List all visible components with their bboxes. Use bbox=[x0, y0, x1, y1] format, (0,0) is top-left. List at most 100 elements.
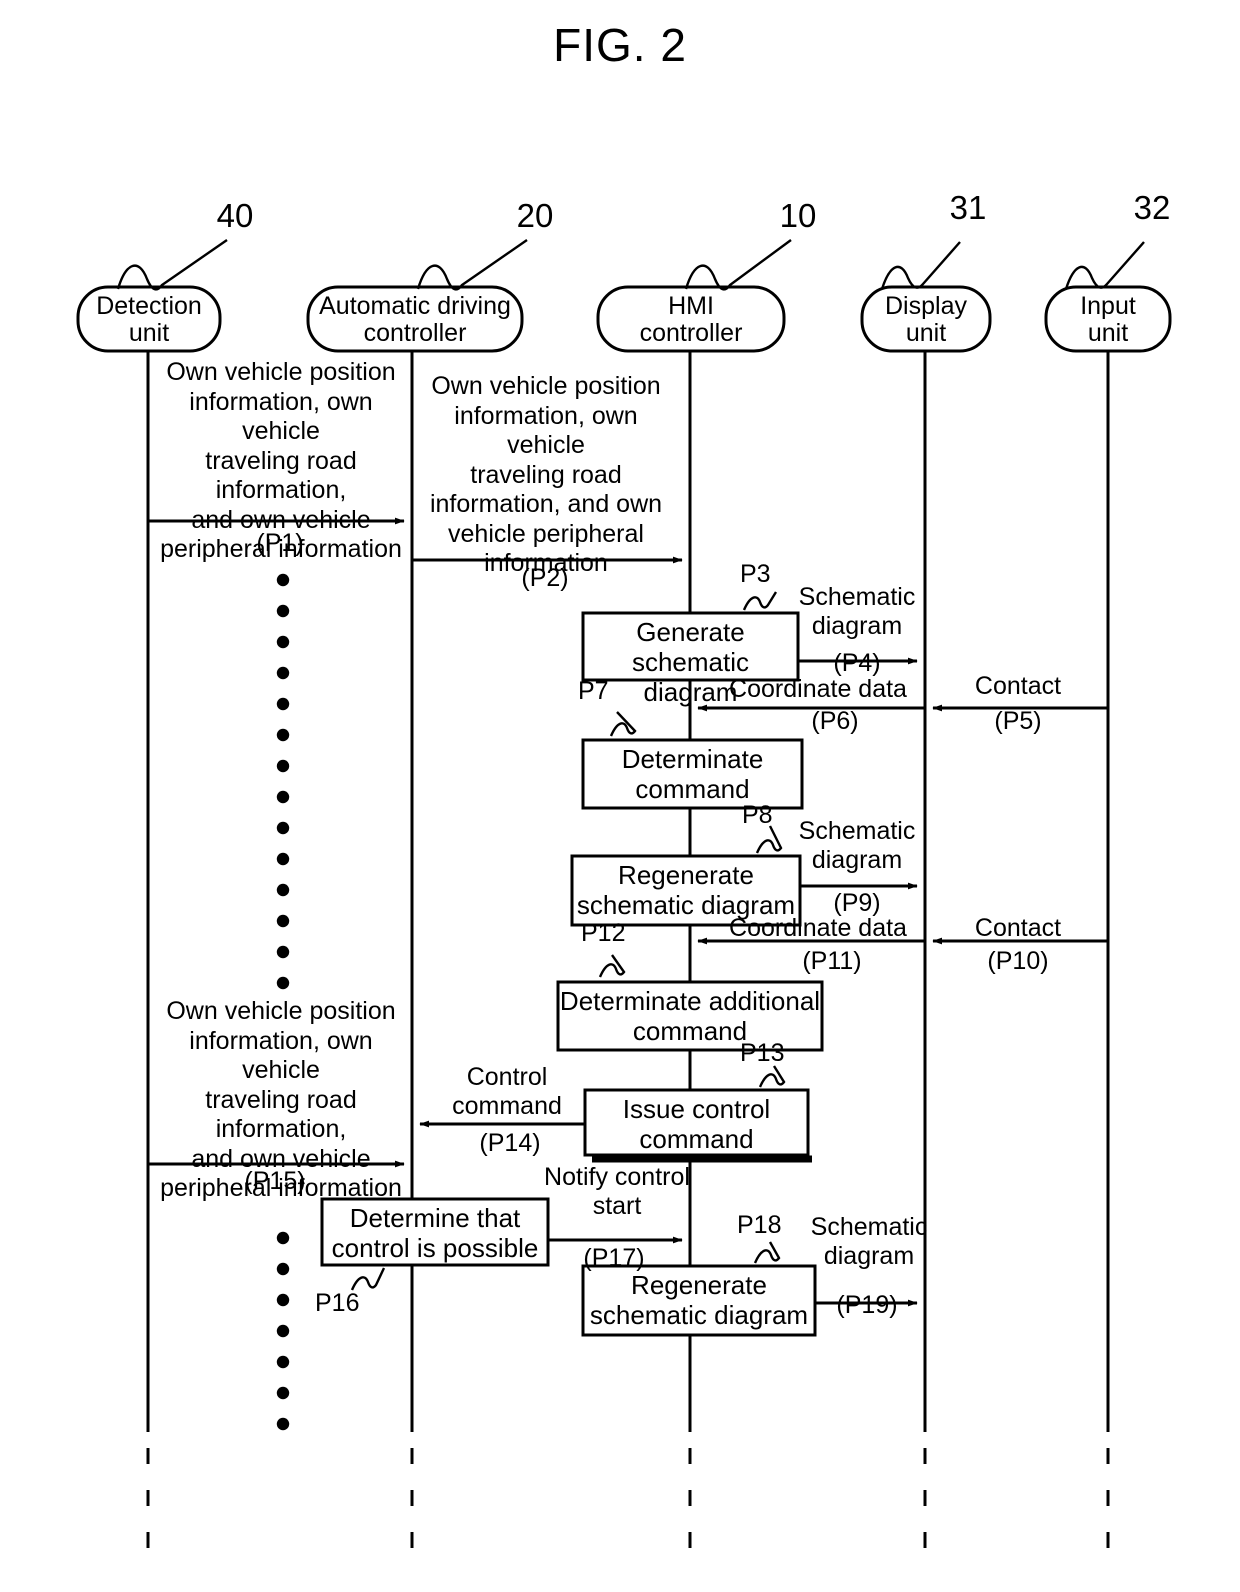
actor-label-line-2: unit bbox=[128, 319, 170, 347]
leader-10 bbox=[684, 239, 792, 291]
process-label-p8: Regenerate schematic diagram bbox=[572, 860, 800, 920]
ellipsis-dots-lower bbox=[276, 1231, 290, 1431]
message-line-3: traveling road bbox=[470, 460, 622, 489]
message-label-p5: Contact bbox=[974, 672, 1062, 700]
message-number-p17: (P17) bbox=[583, 1244, 645, 1272]
message-number-p10: (P10) bbox=[987, 947, 1049, 975]
actor-label-display-unit: Display unit bbox=[862, 293, 990, 347]
message-label-p2: Own vehicle position information, own ve… bbox=[420, 372, 672, 579]
step-number-p3: P3 bbox=[740, 560, 771, 588]
message-line-2: diagram bbox=[811, 612, 903, 640]
leader-p13 bbox=[758, 1065, 786, 1088]
ref-number-31: 31 bbox=[949, 189, 987, 226]
message-label-p9: Schematic diagram bbox=[796, 817, 918, 875]
leader-32 bbox=[1064, 241, 1145, 290]
message-number-p4: (P4) bbox=[833, 649, 881, 677]
process-label-line-1: Regenerate bbox=[618, 860, 754, 890]
message-line-1: Schematic bbox=[798, 583, 916, 611]
actor-label-line-1: HMI bbox=[668, 292, 714, 320]
message-line-2: information, own vehicle bbox=[189, 1026, 373, 1085]
leader-p12 bbox=[598, 954, 626, 978]
actor-label-line-1: Detection bbox=[96, 292, 202, 320]
actor-label-line-2: controller bbox=[639, 319, 743, 347]
process-label-line-1: Issue control bbox=[622, 1094, 771, 1124]
process-label-line-2: schematic diagram bbox=[589, 1300, 809, 1331]
leader-p8 bbox=[755, 825, 783, 854]
actor-label-line-2: unit bbox=[1087, 319, 1129, 347]
ellipsis-dots-upper bbox=[276, 573, 290, 990]
process-label-p13: Issue control command bbox=[585, 1094, 808, 1154]
message-line-1: Schematic bbox=[798, 817, 916, 845]
message-number-p15: (P15) bbox=[244, 1167, 306, 1195]
message-number-p9: (P9) bbox=[833, 889, 881, 917]
message-number-p19: (P19) bbox=[836, 1291, 898, 1319]
actor-label-line-2: unit bbox=[905, 319, 947, 347]
actor-label-input-unit: Input unit bbox=[1046, 293, 1170, 347]
process-label-line-2: control is possible bbox=[331, 1233, 539, 1264]
process-label-line-2: command bbox=[639, 1124, 754, 1155]
figure-canvas: FIG. 2 40 20 10 31 32 Detection unit Aut… bbox=[0, 0, 1240, 1592]
step-number-p7: P7 bbox=[578, 677, 609, 705]
leader-p3 bbox=[742, 591, 778, 611]
message-line-4: information, and own bbox=[429, 490, 663, 518]
message-label-p14: Control command bbox=[432, 1063, 582, 1121]
message-line-2: command bbox=[452, 1092, 562, 1120]
message-line-5: vehicle peripheral bbox=[448, 519, 644, 548]
leader-p7 bbox=[609, 711, 637, 737]
message-line-1: Schematic bbox=[810, 1213, 928, 1241]
process-label-line-1: Determine that bbox=[349, 1203, 521, 1233]
actor-label-line-1: Display bbox=[885, 292, 967, 320]
message-number-p5: (P5) bbox=[994, 707, 1042, 735]
actor-label-line-1: Automatic driving bbox=[319, 292, 511, 320]
leader-p16 bbox=[350, 1267, 386, 1291]
leader-31 bbox=[880, 241, 961, 290]
message-line-1: Control bbox=[466, 1063, 548, 1091]
message-line-1: Notify control bbox=[544, 1163, 690, 1191]
actor-label-line-2: controller bbox=[363, 319, 467, 347]
ref-number-40: 40 bbox=[216, 197, 254, 234]
message-line-3: traveling road information, bbox=[205, 1085, 357, 1144]
message-line-2: diagram bbox=[823, 1242, 915, 1270]
ref-number-20: 20 bbox=[516, 197, 554, 234]
process-label-p7: Determinate command bbox=[583, 744, 802, 804]
message-line-2: diagram bbox=[811, 846, 903, 874]
process-label-line-1: Determinate additional bbox=[559, 986, 821, 1016]
step-number-p18: P18 bbox=[737, 1211, 782, 1239]
message-label-p6: Coordinate data bbox=[729, 675, 907, 703]
process-label-line-1: Regenerate bbox=[631, 1270, 767, 1300]
message-label-p17: Notify control start bbox=[542, 1163, 692, 1221]
message-line-2: information, own vehicle bbox=[189, 387, 373, 446]
ref-number-10: 10 bbox=[779, 197, 817, 234]
actor-label-automatic-driving-controller: Automatic driving controller bbox=[308, 293, 522, 347]
actor-label-line-1: Input bbox=[1080, 292, 1136, 320]
leader-20 bbox=[416, 239, 528, 291]
message-line-2: information, own vehicle bbox=[454, 401, 638, 460]
step-number-p12: P12 bbox=[581, 919, 626, 947]
message-number-p6: (P6) bbox=[811, 707, 859, 735]
leader-40 bbox=[116, 239, 228, 291]
step-number-p16: P16 bbox=[315, 1289, 360, 1317]
message-line-1: Own vehicle position bbox=[166, 358, 396, 386]
message-label-p19: Schematic diagram bbox=[808, 1213, 930, 1271]
message-label-p11: Coordinate data bbox=[729, 914, 907, 942]
message-number-p1: (P1) bbox=[256, 529, 304, 557]
message-label-p4: Schematic diagram bbox=[796, 583, 918, 641]
step-number-p8: P8 bbox=[742, 801, 773, 829]
message-number-p2: (P2) bbox=[521, 564, 569, 592]
process-label-line-2: command bbox=[635, 774, 750, 805]
message-label-p10: Contact bbox=[974, 914, 1062, 942]
process-label-line-1: Determinate bbox=[621, 744, 764, 774]
process-label-line-1: Generate bbox=[636, 617, 745, 647]
message-line-3: traveling road information, bbox=[205, 446, 357, 505]
ref-number-32: 32 bbox=[1133, 189, 1171, 226]
process-label-p16: Determine that control is possible bbox=[322, 1203, 548, 1263]
step-number-p13: P13 bbox=[740, 1039, 785, 1067]
actor-label-detection-unit: Detection unit bbox=[78, 293, 220, 347]
actor-label-hmi-controller: HMI controller bbox=[598, 293, 784, 347]
message-line-2: start bbox=[592, 1192, 642, 1220]
message-number-p14: (P14) bbox=[479, 1129, 541, 1157]
process-label-p18: Regenerate schematic diagram bbox=[583, 1270, 815, 1330]
process-label-p12: Determinate additional command bbox=[558, 986, 822, 1046]
message-number-p11: (P11) bbox=[802, 947, 862, 975]
message-line-1: Own vehicle position bbox=[166, 997, 396, 1025]
